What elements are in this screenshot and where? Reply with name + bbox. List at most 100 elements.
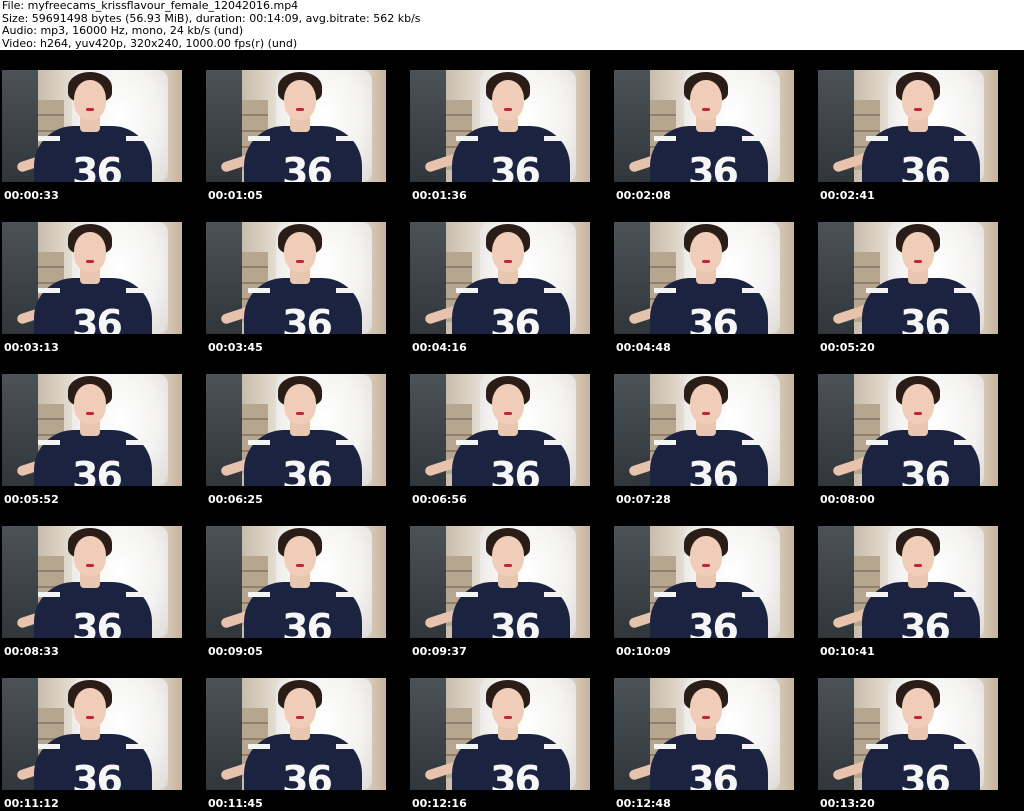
thumbnail: 36 00:10:41 — [818, 506, 1018, 658]
video-frame-image: 36 — [2, 526, 182, 638]
video-frame-image: 36 — [2, 678, 182, 790]
jersey-number: 36 — [282, 302, 333, 334]
video-frame-image: 36 — [614, 374, 794, 486]
jersey-number: 36 — [688, 302, 739, 334]
thumbnail-timestamp: 00:02:08 — [616, 189, 671, 202]
video-frame-image: 36 — [614, 222, 794, 334]
jersey-number: 36 — [490, 758, 541, 790]
thumbnail-timestamp: 00:04:16 — [412, 341, 467, 354]
thumbnail: 36 00:09:05 — [206, 506, 406, 658]
jersey-number: 36 — [900, 302, 951, 334]
jersey-number: 36 — [490, 454, 541, 486]
thumbnail: 36 00:06:56 — [410, 354, 610, 506]
thumbnail-timestamp: 00:00:33 — [4, 189, 59, 202]
jersey-number: 36 — [900, 454, 951, 486]
thumbnail-timestamp: 00:09:05 — [208, 645, 263, 658]
video-frame-image: 36 — [206, 222, 386, 334]
jersey-number: 36 — [72, 758, 123, 790]
thumbnail: 36 00:09:37 — [410, 506, 610, 658]
video-frame-image: 36 — [818, 70, 998, 182]
jersey-number: 36 — [72, 150, 123, 182]
thumbnail-timestamp: 00:05:52 — [4, 493, 59, 506]
video-frame-image: 36 — [206, 374, 386, 486]
video-frame-image: 36 — [410, 70, 590, 182]
file-info-header: File: myfreecams_krissflavour_female_120… — [0, 0, 1024, 50]
thumbnail-timestamp: 00:07:28 — [616, 493, 671, 506]
video-frame-image: 36 — [410, 374, 590, 486]
jersey-number: 36 — [490, 302, 541, 334]
jersey-number: 36 — [282, 758, 333, 790]
thumbnail: 36 00:13:20 — [818, 658, 1018, 810]
thumbnail: 36 00:04:16 — [410, 202, 610, 354]
thumbnail: 36 00:01:05 — [206, 50, 406, 202]
jersey-number: 36 — [282, 150, 333, 182]
thumbnail-timestamp: 00:08:00 — [820, 493, 875, 506]
thumbnail-timestamp: 00:03:13 — [4, 341, 59, 354]
jersey-number: 36 — [900, 758, 951, 790]
thumbnail-timestamp: 00:03:45 — [208, 341, 263, 354]
thumbnail: 36 00:03:13 — [2, 202, 202, 354]
video-frame-image: 36 — [614, 70, 794, 182]
thumbnail-timestamp: 00:06:25 — [208, 493, 263, 506]
thumbnail-timestamp: 00:09:37 — [412, 645, 467, 658]
thumbnail: 36 00:05:52 — [2, 354, 202, 506]
jersey-number: 36 — [900, 150, 951, 182]
jersey-number: 36 — [490, 606, 541, 638]
thumbnail-timestamp: 00:13:20 — [820, 797, 875, 810]
thumbnail: 36 00:02:08 — [614, 50, 814, 202]
thumbnail-timestamp: 00:10:09 — [616, 645, 671, 658]
jersey-number: 36 — [282, 606, 333, 638]
video-frame-image: 36 — [818, 374, 998, 486]
video-frame-image: 36 — [206, 678, 386, 790]
thumbnail-timestamp: 00:08:33 — [4, 645, 59, 658]
video-frame-image: 36 — [614, 678, 794, 790]
thumbnail: 36 00:02:41 — [818, 50, 1018, 202]
thumbnail: 36 00:06:25 — [206, 354, 406, 506]
thumbnail: 36 00:12:16 — [410, 658, 610, 810]
audio-line: Audio: mp3, 16000 Hz, mono, 24 kb/s (und… — [2, 24, 244, 38]
jersey-number: 36 — [688, 758, 739, 790]
thumbnail-timestamp: 00:01:05 — [208, 189, 263, 202]
video-frame-image: 36 — [206, 526, 386, 638]
thumbnail-timestamp: 00:05:20 — [820, 341, 875, 354]
video-frame-image: 36 — [206, 70, 386, 182]
thumbnail: 36 00:04:48 — [614, 202, 814, 354]
video-frame-image: 36 — [818, 526, 998, 638]
video-frame-image: 36 — [2, 222, 182, 334]
thumbnail: 36 00:00:33 — [2, 50, 202, 202]
video-frame-image: 36 — [410, 222, 590, 334]
video-frame-image: 36 — [410, 526, 590, 638]
jersey-number: 36 — [490, 150, 541, 182]
thumbnail: 36 00:03:45 — [206, 202, 406, 354]
thumbnail-timestamp: 00:01:36 — [412, 189, 467, 202]
thumbnail-grid: 36 00:00:33 36 00:01:05 36 00:01:36 36 00:02:08… — [0, 50, 1024, 811]
thumbnail-timestamp: 00:11:12 — [4, 797, 59, 810]
thumbnail: 36 00:08:33 — [2, 506, 202, 658]
jersey-number: 36 — [72, 606, 123, 638]
video-frame-image: 36 — [818, 222, 998, 334]
jersey-number: 36 — [688, 454, 739, 486]
file-name-line: File: myfreecams_krissflavour_female_120… — [2, 0, 299, 12]
thumbnail-timestamp: 00:04:48 — [616, 341, 671, 354]
jersey-number: 36 — [72, 302, 123, 334]
thumbnail: 36 00:12:48 — [614, 658, 814, 810]
thumbnail: 36 00:11:12 — [2, 658, 202, 810]
video-frame-image: 36 — [410, 678, 590, 790]
jersey-number: 36 — [72, 454, 123, 486]
jersey-number: 36 — [282, 454, 333, 486]
thumbnail-timestamp: 00:12:48 — [616, 797, 671, 810]
thumbnail-timestamp: 00:02:41 — [820, 189, 875, 202]
jersey-number: 36 — [688, 606, 739, 638]
video-line: Video: h264, yuv420p, 320x240, 1000.00 f… — [2, 36, 298, 50]
thumbnail-timestamp: 00:06:56 — [412, 493, 467, 506]
video-frame-image: 36 — [2, 374, 182, 486]
thumbnail: 36 00:10:09 — [614, 506, 814, 658]
jersey-number: 36 — [688, 150, 739, 182]
thumbnail-timestamp: 00:10:41 — [820, 645, 875, 658]
thumbnail: 36 00:07:28 — [614, 354, 814, 506]
thumbnail: 36 00:11:45 — [206, 658, 406, 810]
video-frame-image: 36 — [2, 70, 182, 182]
thumbnail-timestamp: 00:11:45 — [208, 797, 263, 810]
video-frame-image: 36 — [818, 678, 998, 790]
thumbnail: 36 00:01:36 — [410, 50, 610, 202]
